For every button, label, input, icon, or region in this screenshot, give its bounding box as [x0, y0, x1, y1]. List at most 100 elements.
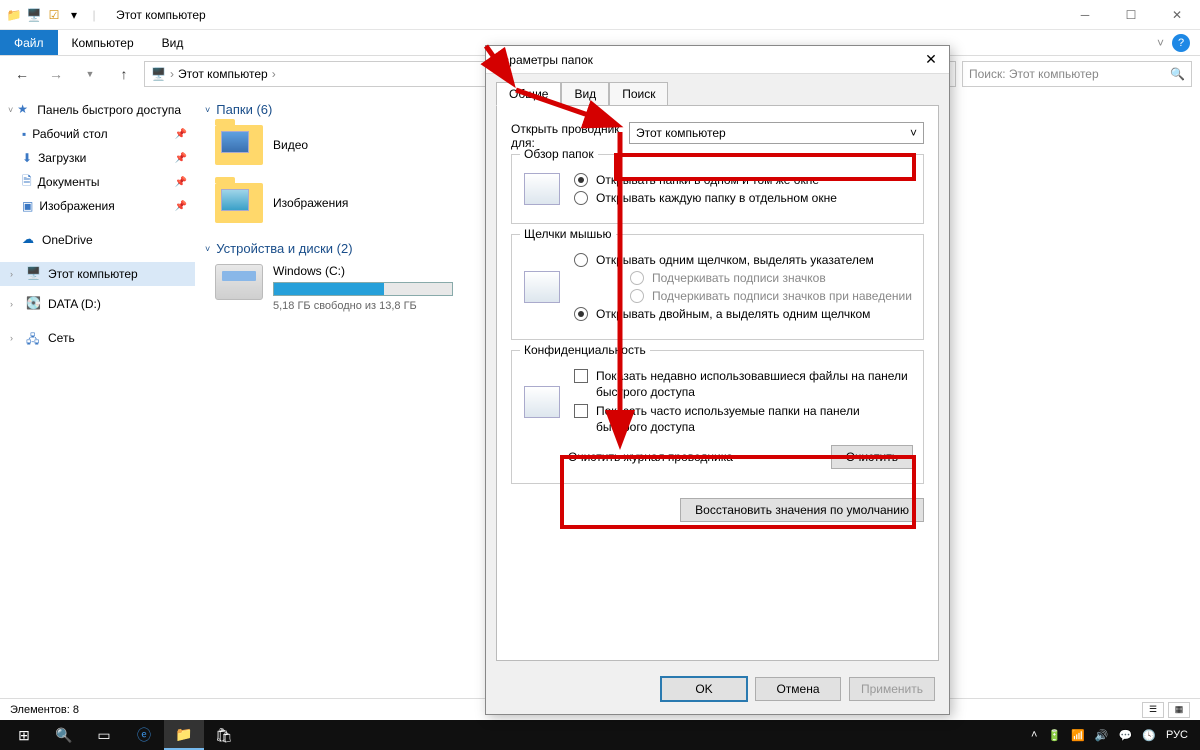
- task-view-button[interactable]: ▭: [84, 720, 124, 750]
- system-tray: ˄ 🔋 📶 🔊 💬 🕓 РУС: [1031, 729, 1196, 742]
- browse-folders-legend: Обзор папок: [520, 147, 598, 161]
- open-explorer-label: Открыть проводник для:: [511, 122, 621, 150]
- ribbon-expand-icon[interactable]: ˅: [1157, 36, 1164, 50]
- pc-icon: 🖥️: [26, 7, 42, 23]
- sidebar-item-this-pc[interactable]: ›🖥️Этот компьютер: [0, 262, 195, 286]
- pin-icon: 📌: [175, 201, 187, 212]
- volume-icon[interactable]: 🔊: [1095, 729, 1109, 742]
- breadcrumb-this-pc[interactable]: Этот компьютер: [178, 67, 268, 81]
- check-frequent-folders[interactable]: [574, 404, 588, 418]
- chevron-down-icon: ˅: [205, 105, 210, 115]
- browse-folders-group: Обзор папок Открывать папки в одном и то…: [511, 154, 924, 224]
- drive-icon: [215, 264, 263, 300]
- status-elements-count: Элементов: 8: [10, 704, 79, 716]
- maximize-button[interactable]: ☐: [1108, 0, 1154, 30]
- open-explorer-select[interactable]: Этот компьютер ˅: [629, 122, 924, 144]
- sidebar-quick-access[interactable]: ˅ ★ Панель быстрого доступа: [0, 98, 195, 122]
- cursor-icon: [524, 271, 560, 303]
- sidebar-item-documents[interactable]: 🗎Документы📌: [0, 170, 195, 194]
- network-icon: 🖧: [26, 330, 42, 346]
- chevron-down-icon: ˅: [8, 105, 13, 115]
- clock-icon[interactable]: 🕓: [1142, 729, 1156, 742]
- view-details-button[interactable]: ☰: [1142, 702, 1164, 718]
- ribbon-tab-computer[interactable]: Компьютер: [58, 30, 148, 55]
- check-recent-files[interactable]: [574, 369, 588, 383]
- back-button[interactable]: ←: [8, 60, 36, 88]
- monitor-icon: 🖥️: [26, 266, 42, 282]
- chevron-down-icon[interactable]: ▾: [66, 7, 82, 23]
- view-tiles-button[interactable]: ▦: [1168, 702, 1190, 718]
- onedrive-icon: ☁: [22, 232, 38, 248]
- sidebar-item-network[interactable]: ›🖧Сеть: [0, 326, 195, 350]
- restore-defaults-button[interactable]: Восстановить значения по умолчанию: [680, 498, 924, 522]
- chevron-right-icon: ›: [10, 269, 20, 279]
- language-indicator[interactable]: РУС: [1166, 729, 1188, 741]
- cancel-button[interactable]: Отмена: [755, 677, 841, 701]
- battery-icon[interactable]: 🔋: [1047, 729, 1061, 742]
- pin-icon: 📌: [175, 177, 187, 188]
- help-icon[interactable]: ?: [1172, 34, 1190, 52]
- radio-double-click[interactable]: [574, 307, 588, 321]
- click-items-group: Щелчки мышью Открывать одним щелчком, вы…: [511, 234, 924, 340]
- desktop-icon: ▪: [22, 127, 26, 141]
- dialog-titlebar: Параметры папок ✕: [486, 46, 949, 74]
- close-button[interactable]: ✕: [1154, 0, 1200, 30]
- search-icon: 🔍: [1170, 67, 1185, 81]
- radio-underline-always: [630, 271, 644, 285]
- folder-icon: [215, 125, 263, 165]
- up-button[interactable]: ↑: [110, 60, 138, 88]
- click-items-legend: Щелчки мышью: [520, 227, 616, 241]
- radio-single-click[interactable]: [574, 253, 588, 267]
- search-input[interactable]: Поиск: Этот компьютер 🔍: [962, 61, 1192, 87]
- sidebar-item-images[interactable]: ▣Изображения📌: [0, 194, 195, 218]
- dialog-tab-view[interactable]: Вид: [561, 82, 609, 106]
- search-placeholder: Поиск: Этот компьютер: [969, 67, 1099, 81]
- sidebar-onedrive[interactable]: ☁OneDrive: [0, 228, 195, 252]
- divider: |: [86, 7, 102, 23]
- start-button[interactable]: ⊞: [4, 720, 44, 750]
- radio-new-window[interactable]: [574, 191, 588, 205]
- search-button[interactable]: 🔍: [44, 720, 84, 750]
- wifi-icon[interactable]: 📶: [1071, 729, 1085, 742]
- documents-icon: 🗎: [22, 172, 32, 193]
- dialog-tab-search[interactable]: Поиск: [609, 82, 668, 106]
- ribbon-file[interactable]: Файл: [0, 30, 58, 55]
- store-button[interactable]: 🛍: [204, 720, 244, 750]
- ok-button[interactable]: OK: [661, 677, 747, 701]
- taskbar: ⊞ 🔍 ▭ ⓔ 📁 🛍 ˄ 🔋 📶 🔊 💬 🕓 РУС: [0, 720, 1200, 750]
- chevron-down-icon: ˅: [205, 244, 210, 254]
- check-icon: ☑: [46, 7, 62, 23]
- radio-same-window[interactable]: [574, 173, 588, 187]
- tray-up-icon[interactable]: ˄: [1031, 729, 1037, 741]
- sidebar-item-downloads[interactable]: ⬇Загрузки📌: [0, 146, 195, 170]
- folder-icon: 📁: [6, 7, 22, 23]
- star-icon: ★: [17, 102, 33, 118]
- drive-usage-bar: [273, 282, 453, 296]
- recent-locations-button[interactable]: ▼: [76, 60, 104, 88]
- edge-button[interactable]: ⓔ: [124, 720, 164, 750]
- apply-button[interactable]: Применить: [849, 677, 935, 701]
- disk-icon: 💽: [26, 296, 42, 312]
- drive-label: Windows (C:): [273, 264, 453, 278]
- images-icon: ▣: [22, 199, 33, 213]
- notifications-icon[interactable]: 💬: [1119, 729, 1133, 742]
- dialog-tab-general[interactable]: Общие: [496, 82, 561, 106]
- clock-folder-icon: [524, 386, 560, 418]
- pin-icon: 📌: [175, 153, 187, 164]
- navigation-pane: ˅ ★ Панель быстрого доступа ▪Рабочий сто…: [0, 92, 195, 700]
- ribbon-tab-view[interactable]: Вид: [148, 30, 198, 55]
- radio-underline-hover: [630, 289, 644, 303]
- chevron-right-icon: ›: [10, 333, 20, 343]
- dialog-close-button[interactable]: ✕: [921, 51, 941, 68]
- chevron-down-icon: ˅: [910, 126, 917, 140]
- explorer-button[interactable]: 📁: [164, 720, 204, 750]
- minimize-button[interactable]: ─: [1062, 0, 1108, 30]
- folder-options-dialog: Параметры папок ✕ Общие Вид Поиск Открыт…: [485, 45, 950, 715]
- dialog-title: Параметры папок: [494, 53, 593, 67]
- forward-button[interactable]: →: [42, 60, 70, 88]
- clear-history-label: Очистить журнал проводника: [568, 450, 823, 464]
- sidebar-item-desktop[interactable]: ▪Рабочий стол📌: [0, 122, 195, 146]
- clear-button[interactable]: Очистить: [831, 445, 913, 469]
- sidebar-item-data-d[interactable]: ›💽DATA (D:): [0, 292, 195, 316]
- downloads-icon: ⬇: [22, 151, 32, 165]
